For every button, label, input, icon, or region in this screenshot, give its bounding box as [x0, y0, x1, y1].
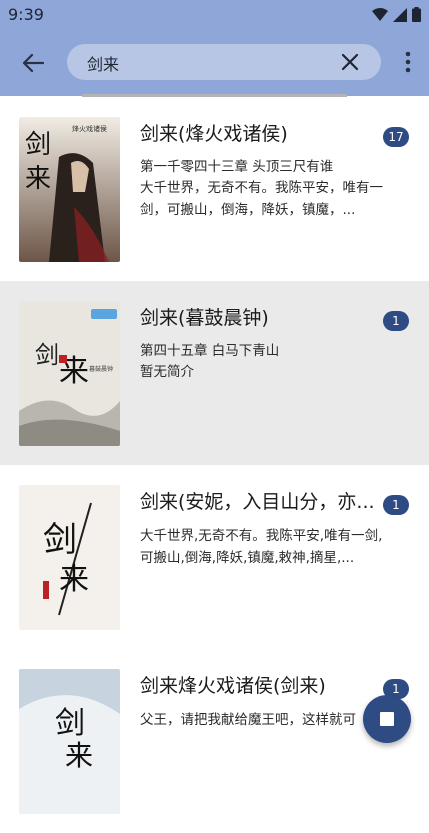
status-time: 9:39: [8, 5, 44, 24]
svg-text:剑: 剑: [25, 130, 51, 160]
latest-chapter: 第一千零四十三章 头顶三尺有谁: [140, 159, 334, 175]
svg-text:暮鼓晨钟: 暮鼓晨钟: [89, 365, 113, 373]
book-cover: 剑 来: [19, 669, 120, 814]
more-options-button[interactable]: [403, 50, 413, 74]
update-count-badge: 1: [383, 495, 409, 515]
arrow-left-icon: [22, 53, 44, 73]
search-result-item[interactable]: 剑 来 剑来烽火戏诸侯(剑来) 1 父王，请把我献给魔王吧，这样就可: [0, 649, 429, 833]
book-title: 剑来烽火戏诸侯(剑来): [140, 675, 326, 697]
search-result-item[interactable]: 剑 来 烽火戏诸侯 剑来(烽火戏诸侯) 17 第一千零四十三章 头顶三尺有谁 大…: [0, 97, 429, 281]
stop-search-button[interactable]: [363, 695, 411, 743]
svg-text:剑: 剑: [43, 520, 77, 560]
book-intro: 大千世界，无奇不有。我陈平安，唯有一剑，可搬山，倒海，降妖，镇魔，...: [140, 180, 383, 218]
status-icons: [372, 7, 421, 22]
update-count-badge: 1: [383, 311, 409, 331]
close-icon: [341, 53, 359, 71]
book-title: 剑来(烽火戏诸侯): [140, 123, 288, 145]
svg-text:剑: 剑: [35, 341, 59, 369]
book-title: 剑来(暮鼓晨钟): [140, 307, 269, 329]
search-box: [67, 44, 381, 80]
latest-chapter: 第四十五章 白马下青山: [140, 343, 280, 359]
back-button[interactable]: [18, 48, 48, 78]
search-result-item[interactable]: 剑 来 暮鼓晨钟 剑来(暮鼓晨钟) 1 第四十五章 白马下青山 暂无简介: [0, 281, 429, 465]
book-intro: 暂无简介: [140, 364, 194, 380]
status-bar: 9:39: [0, 0, 429, 30]
book-intro: 大千世界,无奇不有。我陈平安,唯有一剑,可搬山,倒海,降妖,镇魔,敕神,摘星,.…: [140, 528, 383, 566]
search-app-bar: [0, 30, 429, 96]
book-cover: 剑 来 暮鼓晨钟: [19, 301, 120, 446]
update-count-badge: 17: [383, 127, 409, 147]
stop-icon: [380, 712, 394, 726]
svg-text:烽火戏诸侯: 烽火戏诸侯: [72, 124, 107, 133]
svg-text:来: 来: [59, 562, 89, 597]
signal-icon: [393, 7, 407, 22]
book-title: 剑来(安妮，入目山分，亦...: [140, 491, 375, 513]
book-intro: 父王，请把我献给魔王吧，这样就可: [140, 712, 356, 728]
book-cover: 剑 来 烽火戏诸侯: [19, 117, 120, 262]
svg-text:剑: 剑: [55, 706, 85, 741]
wifi-icon: [372, 7, 388, 21]
svg-text:来: 来: [65, 739, 93, 772]
svg-text:来: 来: [25, 164, 51, 194]
book-cover: 剑 来: [19, 485, 120, 630]
battery-icon: [412, 7, 421, 22]
search-result-item[interactable]: 剑 来 剑来(安妮，入目山分，亦... 1 大千世界,无奇不有。我陈平安,唯有一…: [0, 465, 429, 649]
search-input[interactable]: [85, 51, 329, 75]
clear-search-button[interactable]: [339, 51, 361, 73]
more-vert-icon: [405, 51, 411, 73]
